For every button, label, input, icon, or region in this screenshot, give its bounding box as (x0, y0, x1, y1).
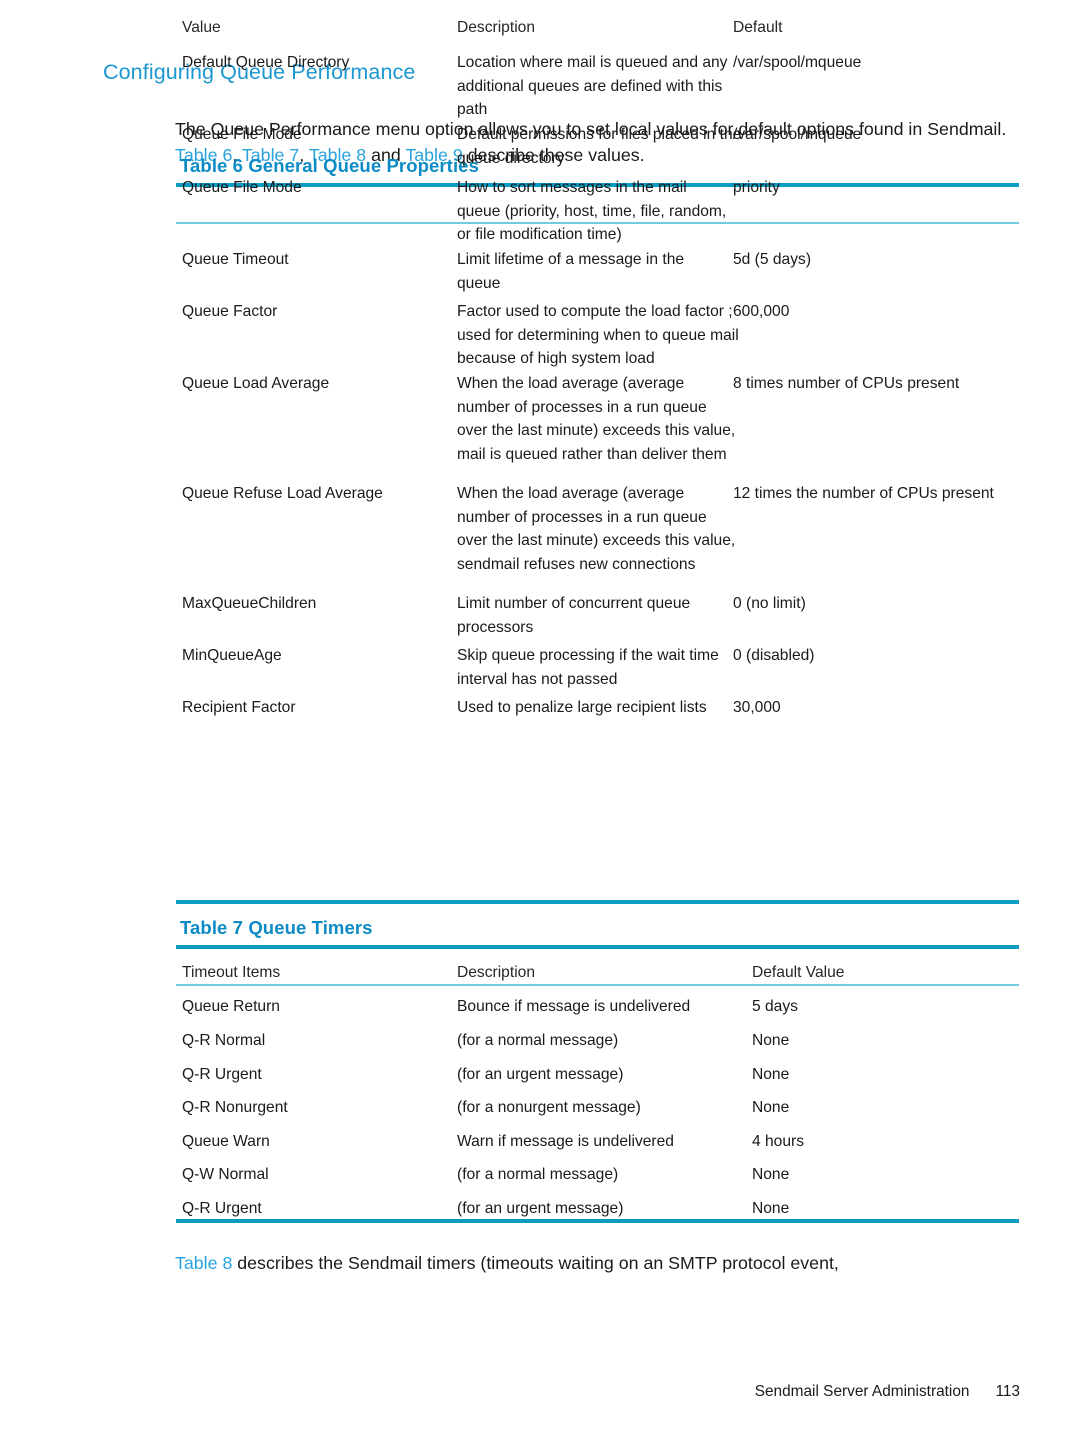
table-7-cell-value: Queue Return (182, 998, 280, 1015)
table-7-cell-description: (for an urgent message) (457, 1200, 624, 1217)
table-7-cell-default: None (752, 1166, 790, 1183)
table-7-cell-value: Q-R Urgent (182, 1200, 262, 1217)
table-6-cell-value: Recipient Factor (182, 699, 296, 716)
table-6-cell-value: MinQueueAge (182, 647, 282, 664)
table-6-cell-description: How to sort messages in the mail queue (… (457, 179, 727, 244)
table-6-cell-description: Limit number of concurrent queue process… (457, 595, 691, 636)
table-7-cell-value: Q-R Nonurgent (182, 1099, 288, 1116)
footer-page-number: 113 (995, 1383, 1020, 1400)
table-6-cell-value: Queue Timeout (182, 251, 289, 268)
table-6-cell-default: priority (733, 179, 780, 196)
table-6-cell-value: MaxQueueChildren (182, 595, 317, 612)
table-6-cell-description: Factor used to compute the load factor ;… (457, 303, 739, 368)
table-6-cell-description: When the load average (average number of… (457, 375, 736, 463)
table-7-caption: Table 7 Queue Timers (180, 917, 373, 938)
table-6-cell-value: Queue Factor (182, 303, 278, 320)
table-7-cell-default: 4 hours (752, 1133, 805, 1150)
footer-book-title: Sendmail Server Administration (754, 1383, 970, 1400)
table-6-caption: Table 6 General Queue Properties (180, 155, 479, 176)
table-7-cell-value: Q-W Normal (182, 1166, 269, 1183)
outro-text: describes the Sendmail timers (timeouts … (232, 1252, 839, 1273)
table-6-cell-description: Used to penalize large recipient lists (457, 699, 707, 716)
table-6-cell-default: /var/spool/mqueue (733, 54, 862, 71)
table-6-cell-default: 12 times the number of CPUs present (733, 485, 994, 502)
table-7-cell-value: Queue Warn (182, 1133, 270, 1150)
table-7-cell-description: (for a normal message) (457, 1032, 619, 1049)
table-7-top-rule (176, 945, 1019, 949)
table-6-cell-description: Default permissions for files placed in … (457, 126, 742, 167)
table-7-cell-default: None (752, 1032, 790, 1049)
table-6-header-description: Description (457, 19, 535, 36)
table-7-cell-description: (for a nonurgent message) (457, 1099, 641, 1116)
table-6-cell-value: Queue Refuse Load Average (182, 485, 383, 502)
table-7-cell-value: Q-R Urgent (182, 1066, 262, 1083)
table-6-cell-description: Location where mail is queued and any ad… (457, 54, 728, 119)
table-7-cell-description: (for a normal message) (457, 1166, 619, 1183)
table-6-cell-default: 30,000 (733, 699, 781, 716)
table-6-header-default: Default (733, 19, 783, 36)
table-7-cell-default: 5 days (752, 998, 798, 1015)
table-6-cell-default: /var/spool/mqueue (733, 126, 862, 143)
table-6-cell-value: Queue File Mode (182, 126, 302, 143)
table-6-header-value: Value (182, 19, 221, 36)
table-7-header-default-value: Default Value (752, 964, 845, 981)
table-6-cell-default: 5d (5 days) (733, 251, 812, 268)
table-6-bottom-rule (176, 900, 1019, 904)
table-7-cell-default: None (752, 1200, 790, 1217)
table-7-cell-default: None (752, 1099, 790, 1116)
table-7-cell-description: (for an urgent message) (457, 1066, 624, 1083)
table-6-cell-description: Skip queue processing if the wait time i… (457, 647, 719, 688)
table-6-cell-default: 0 (no limit) (733, 595, 806, 612)
table-6-cell-value: Queue Load Average (182, 375, 330, 392)
table-6-cell-description: When the load average (average number of… (457, 485, 736, 573)
table-6-cell-default: 8 times number of CPUs present (733, 375, 960, 392)
table-7-cell-default: None (752, 1066, 790, 1083)
xref-table-8-outro[interactable]: Table 8 (175, 1253, 232, 1273)
table-7-cell-description: Warn if message is undelivered (457, 1133, 674, 1150)
table-7-cell-description: Bounce if message is undelivered (457, 998, 691, 1015)
outro-paragraph: Table 8 describes the Sendmail timers (t… (175, 1250, 1035, 1277)
table-6-cell-value: Queue File Mode (182, 179, 302, 196)
table-6-cell-description: Limit lifetime of a message in the queue (457, 251, 685, 292)
table-6-cell-default: 0 (disabled) (733, 647, 815, 664)
table-7-header-description: Description (457, 964, 535, 981)
table-7-cell-value: Q-R Normal (182, 1032, 266, 1049)
table-7-header-timeout-items: Timeout Items (182, 964, 281, 981)
table-6-cell-value: Default Queue Directory (182, 54, 350, 71)
page-footer: Sendmail Server Administration 113 (0, 1383, 1020, 1401)
table-6-cell-default: 600,000 (733, 303, 790, 320)
document-page: Configuring Queue Performance The Queue … (0, 0, 1080, 1438)
